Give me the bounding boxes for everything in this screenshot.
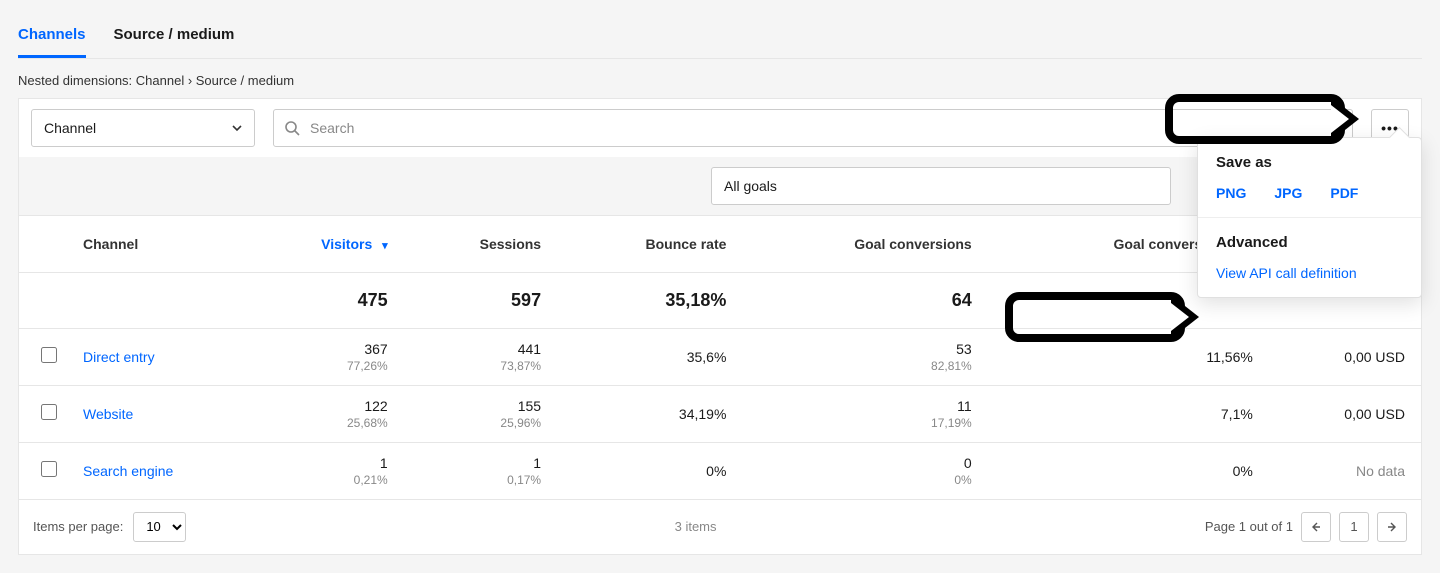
items-count: 3 items — [186, 519, 1204, 534]
row-checkbox[interactable] — [41, 347, 57, 363]
export-popover: Save as PNG JPG PDF Advanced View API ca… — [1197, 137, 1422, 298]
nested-dimensions-breadcrumb: Nested dimensions: Channel › Source / me… — [18, 59, 1422, 98]
table-row: Direct entry 367 77,26% 441 73,87% 35,6% 5… — [19, 328, 1421, 385]
goal-rate-value: 7,1% — [1004, 406, 1253, 422]
visitors-pct: 0,21% — [258, 473, 388, 487]
col-channel[interactable]: Channel — [67, 216, 242, 272]
sessions-value: 441 — [420, 341, 541, 357]
view-tabs: Channels Source / medium — [18, 0, 1422, 59]
row-checkbox[interactable] — [41, 461, 57, 477]
visitors-pct: 77,26% — [258, 359, 388, 373]
summary-bounce: 35,18% — [557, 272, 742, 328]
search-icon — [284, 120, 300, 136]
advanced-heading: Advanced — [1216, 234, 1403, 251]
revenue-value: 0,00 USD — [1285, 406, 1405, 422]
tab-channels[interactable]: Channels — [18, 18, 86, 58]
goal-select[interactable]: All goals — [711, 167, 1171, 205]
col-sessions[interactable]: Sessions — [404, 216, 557, 272]
view-api-call-link[interactable]: View API call definition — [1216, 265, 1403, 281]
select-all-header — [19, 216, 67, 272]
channel-link[interactable]: Search engine — [83, 463, 173, 479]
sessions-pct: 25,96% — [420, 416, 541, 430]
goal-conv-pct: 82,81% — [758, 359, 971, 373]
search-field-wrapper — [273, 109, 1353, 147]
summary-visitors: 475 — [242, 272, 404, 328]
visitors-value: 122 — [258, 398, 388, 414]
goal-conv-value: 53 — [758, 341, 971, 357]
search-input[interactable] — [310, 120, 1342, 136]
bounce-value: 34,19% — [573, 406, 726, 422]
summary-sessions: 597 — [404, 272, 557, 328]
table-row: Search engine 1 0,21% 1 0,17% 0% 0 0% 0% No… — [19, 442, 1421, 499]
current-page-number[interactable]: 1 — [1339, 512, 1369, 542]
next-page-button[interactable] — [1377, 512, 1407, 542]
goal-rate-value: 11,56% — [1004, 349, 1253, 365]
goal-conv-value: 0 — [758, 455, 971, 471]
channel-link[interactable]: Website — [83, 406, 133, 422]
items-per-page-label: Items per page: — [33, 519, 123, 534]
tab-source-medium[interactable]: Source / medium — [114, 18, 235, 58]
export-png[interactable]: PNG — [1216, 185, 1246, 201]
col-bounce-rate[interactable]: Bounce rate — [557, 216, 742, 272]
sessions-value: 1 — [420, 455, 541, 471]
chevron-down-icon — [232, 123, 242, 133]
goal-conv-pct: 17,19% — [758, 416, 971, 430]
export-jpg[interactable]: JPG — [1274, 185, 1302, 201]
channel-link[interactable]: Direct entry — [83, 349, 155, 365]
revenue-value: 0,00 USD — [1285, 349, 1405, 365]
goal-conv-value: 11 — [758, 398, 971, 414]
bounce-value: 35,6% — [573, 349, 726, 365]
sessions-value: 155 — [420, 398, 541, 414]
arrow-right-icon — [1387, 522, 1397, 532]
goal-conv-pct: 0% — [758, 473, 971, 487]
page-info: Page 1 out of 1 — [1205, 519, 1293, 534]
bounce-value: 0% — [573, 463, 726, 479]
revenue-value: No data — [1285, 463, 1405, 479]
export-pdf[interactable]: PDF — [1330, 185, 1358, 201]
sessions-pct: 0,17% — [420, 473, 541, 487]
visitors-pct: 25,68% — [258, 416, 388, 430]
dimension-selected-label: Channel — [44, 120, 96, 136]
visitors-value: 367 — [258, 341, 388, 357]
row-checkbox[interactable] — [41, 404, 57, 420]
items-per-page-select[interactable]: 10 — [133, 512, 186, 542]
sessions-pct: 73,87% — [420, 359, 541, 373]
dimension-select[interactable]: Channel — [31, 109, 255, 147]
save-as-heading: Save as — [1216, 154, 1403, 171]
sort-desc-icon: ▾ — [382, 239, 388, 252]
col-goal-conversions[interactable]: Goal conversions — [742, 216, 987, 272]
table-row: Website 122 25,68% 155 25,96% 34,19% 11 17,… — [19, 385, 1421, 442]
goal-rate-value: 0% — [1004, 463, 1253, 479]
goal-selected-label: All goals — [724, 178, 777, 194]
table-footer: Items per page: 10 3 items Page 1 out of… — [19, 500, 1421, 554]
col-visitors[interactable]: Visitors ▾ — [242, 216, 404, 272]
summary-goal-conv: 64 — [742, 272, 987, 328]
visitors-value: 1 — [258, 455, 388, 471]
arrow-left-icon — [1311, 522, 1321, 532]
prev-page-button[interactable] — [1301, 512, 1331, 542]
